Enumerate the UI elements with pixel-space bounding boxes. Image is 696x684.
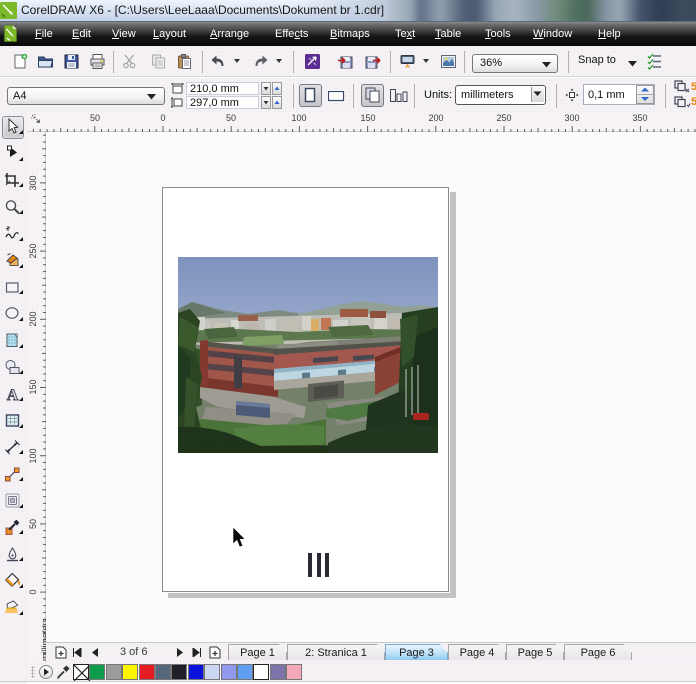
svg-text:?: ? bbox=[8, 530, 11, 536]
svg-text:A: A bbox=[7, 387, 19, 403]
